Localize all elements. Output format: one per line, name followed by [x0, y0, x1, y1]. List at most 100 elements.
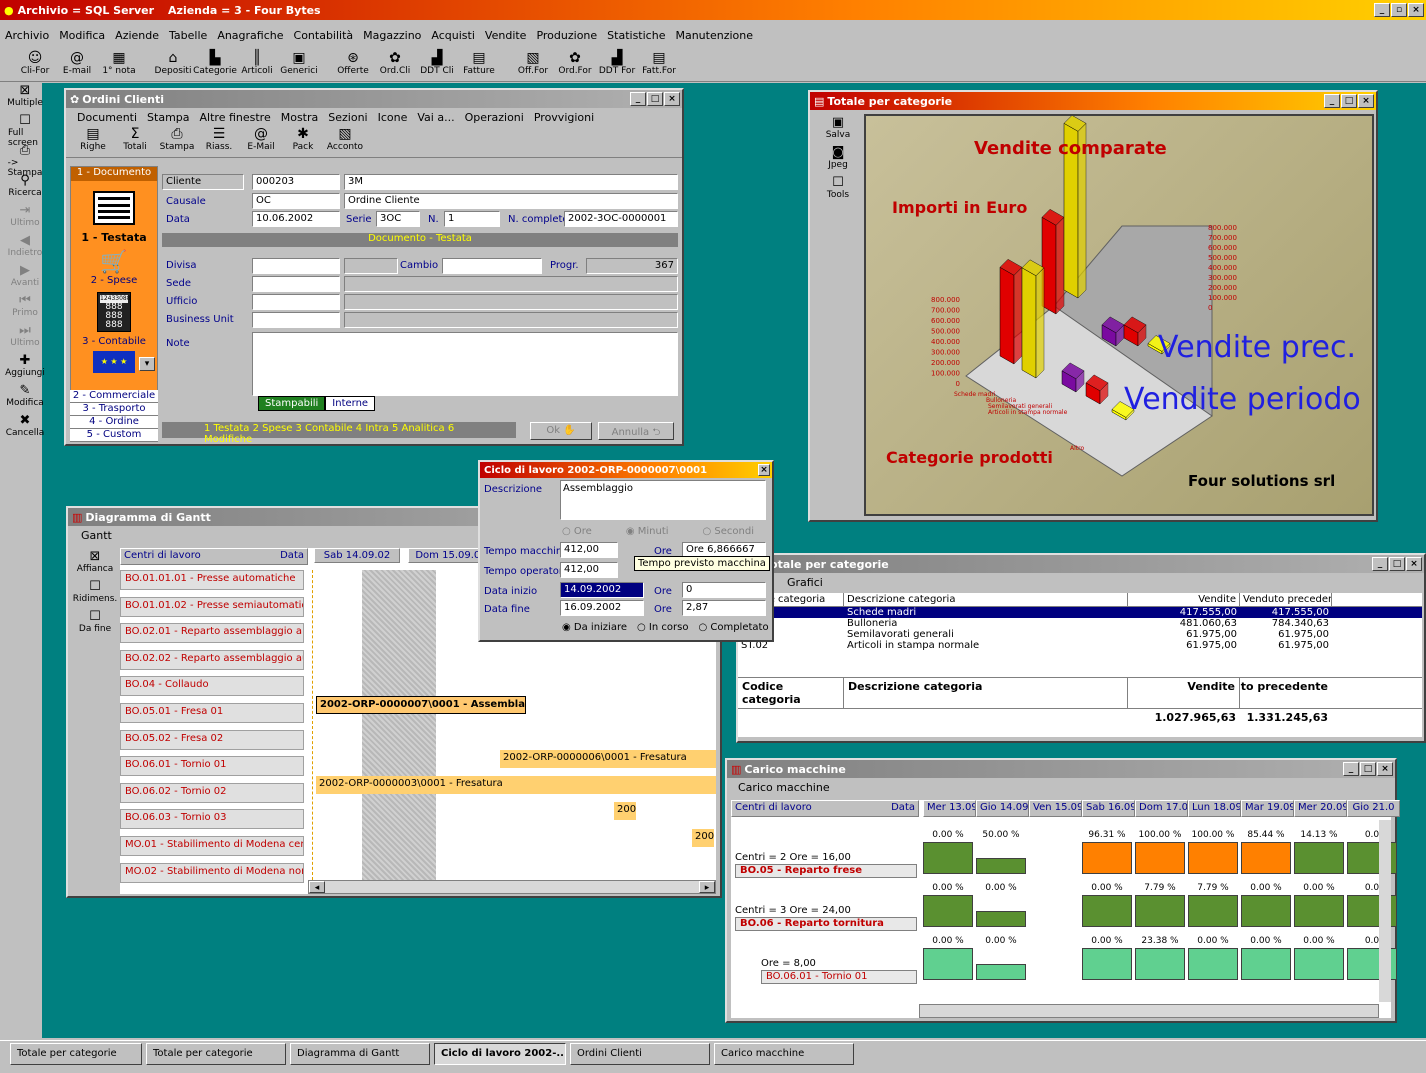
radio-ore[interactable]: ○ Ore	[562, 526, 592, 537]
scroll-right-icon[interactable]: ▸	[699, 881, 715, 893]
toolbar-ddt-for-button[interactable]: ▟ DDT For	[596, 50, 638, 76]
carico-hscroll[interactable]	[919, 1004, 1379, 1018]
gantt-bar-fresatura-6[interactable]: 2002-ORP-0000006\0001 - Fresatura	[500, 750, 716, 768]
close-icon[interactable]: ×	[1406, 557, 1422, 571]
table-row[interactable]: Schede madri 417.555,00 417.555,00	[738, 607, 1422, 618]
toolbar-ord-for-button[interactable]: ✿ Ord.For	[554, 50, 596, 76]
carico-load-cell[interactable]	[923, 842, 973, 874]
menu-produzione[interactable]: Produzione	[531, 29, 602, 42]
divisa-field[interactable]	[252, 258, 340, 274]
close-icon[interactable]: ×	[758, 464, 770, 476]
radio-secondi[interactable]: ○ Secondi	[703, 526, 755, 537]
toolbar-generici-button[interactable]: ▣ Generici	[278, 50, 320, 76]
spese-label[interactable]: 2 - Spese	[71, 275, 157, 286]
menu-manutenzione[interactable]: Manutenzione	[670, 29, 758, 42]
table-row[interactable]: Semilavorati generali 61.975,00 61.975,00	[738, 629, 1422, 640]
table-row[interactable]: 01Bulloneria481.060,63784.340,63	[738, 618, 1422, 629]
close-icon[interactable]: ×	[1408, 3, 1424, 17]
gantt-ridimens-toggle[interactable]: ☐ Ridimens.	[73, 580, 118, 610]
ordini-tool-riass-button[interactable]: ☰ Riass.	[198, 126, 240, 157]
carico-load-cell[interactable]	[1294, 895, 1344, 927]
toolbar-ddt-cli-button[interactable]: ▟ DDT Cli	[416, 50, 458, 76]
dropdown-icon[interactable]: ▾	[139, 357, 155, 371]
di-field[interactable]: 14.09.2002	[560, 582, 644, 598]
tm-field[interactable]: 412,00	[560, 542, 618, 558]
minimize-icon[interactable]: _	[1324, 94, 1340, 108]
maximize-icon[interactable]: □	[1341, 94, 1357, 108]
sede-field[interactable]	[252, 276, 340, 292]
ordini-menu-8[interactable]: Provvigioni	[529, 111, 599, 124]
carico-load-cell[interactable]	[976, 964, 1026, 980]
ordini-tool-acconto-button[interactable]: ▧ Acconto	[324, 126, 366, 157]
sidebar-avanti-button[interactable]: ▶ Avanti	[8, 264, 42, 294]
sidebar-multiple-button[interactable]: ⊠ Multiple	[7, 84, 43, 114]
carico-load-cell[interactable]	[1241, 842, 1291, 874]
note-textarea[interactable]	[252, 332, 678, 396]
carico-load-cell[interactable]	[1188, 895, 1238, 927]
menu-statistiche[interactable]: Statistiche	[602, 29, 670, 42]
serie-field[interactable]: 3OC	[376, 211, 420, 227]
gantt-row-label[interactable]: BO.01.01.01 - Presse automatiche	[120, 570, 304, 590]
carico-group-name[interactable]: BO.06.01 - Tornio 01	[761, 970, 917, 984]
menu-acquisti[interactable]: Acquisti	[426, 29, 480, 42]
ordini-tool-totali-button[interactable]: Σ Totali	[114, 126, 156, 157]
carico-load-cell[interactable]	[1135, 895, 1185, 927]
menu-magazzino[interactable]: Magazzino	[358, 29, 426, 42]
ordini-menu-2[interactable]: Altre finestre	[195, 111, 276, 124]
restore-icon[interactable]: ▫	[1391, 3, 1407, 17]
gantt-row-label[interactable]: BO.02.01 - Reparto assemblaggio a mano	[120, 623, 304, 644]
gantt-dafine-toggle[interactable]: ☐ Da fine	[74, 610, 116, 640]
minimize-icon[interactable]: _	[630, 92, 646, 106]
taskbar-item[interactable]: Ordini Clienti	[570, 1043, 710, 1065]
ordini-tool-pack-button[interactable]: ✱ Pack	[282, 126, 324, 157]
radio-in-corso[interactable]: ○ In corso	[637, 622, 688, 633]
gantt-row-label[interactable]: MO.02 - Stabilimento di Modena nord	[120, 862, 304, 883]
di-ore-field[interactable]: 0	[682, 582, 766, 598]
taskbar-item[interactable]: Diagramma di Gantt	[290, 1043, 430, 1065]
taskbar-item[interactable]: Ciclo di lavoro 2002-...	[434, 1043, 566, 1065]
maximize-icon[interactable]: □	[1389, 557, 1405, 571]
sidebar-ultimo-button[interactable]: ⇥ Ultimo	[8, 204, 42, 234]
toolbar-articoli-button[interactable]: ║ Articoli	[236, 50, 278, 76]
descrizione-field[interactable]: Assemblaggio	[560, 480, 766, 520]
cat-header-1[interactable]: Descrizione categoria	[844, 593, 1128, 606]
toolbar-fatture-button[interactable]: ▤ Fatture	[458, 50, 500, 76]
section-tab-1[interactable]: 3 - Trasporto	[70, 403, 158, 416]
cat-header-3[interactable]: Venduto precedente	[1240, 593, 1332, 606]
ordini-menu-4[interactable]: Sezioni	[323, 111, 372, 124]
menu-carico[interactable]: Carico macchine	[733, 781, 835, 794]
toolbar-cli-for-button[interactable]: ☺ Cli-For	[14, 50, 56, 76]
ordini-menu-7[interactable]: Operazioni	[460, 111, 529, 124]
menu-gantt[interactable]: Gantt	[76, 529, 117, 542]
carico-load-cell[interactable]	[976, 858, 1026, 874]
section-tab-2[interactable]: 4 - Ordine	[70, 416, 158, 429]
gantt-row-label[interactable]: BO.05.01 - Fresa 01	[120, 702, 304, 723]
chart-salva-button[interactable]: ▣ Salva	[814, 116, 862, 146]
scroll-left-icon[interactable]: ◂	[309, 881, 325, 893]
ordini-menu-6[interactable]: Vai a...	[412, 111, 459, 124]
to-field[interactable]: 412,00	[560, 562, 618, 578]
carico-group-name[interactable]: BO.06 - Reparto tornitura	[735, 917, 917, 931]
carico-load-cell[interactable]	[1082, 842, 1132, 874]
annulla-button[interactable]: Annulla ⮌	[598, 422, 674, 440]
gantt-row-label[interactable]: BO.01.01.02 - Presse semiautomatiche	[120, 596, 304, 617]
sidebar-cancella-button[interactable]: ✖ Cancella	[6, 414, 45, 444]
ordini-menu-0[interactable]: Documenti	[72, 111, 142, 124]
sidebar-ricerca-button[interactable]: ⚲ Ricerca	[8, 174, 42, 204]
sidebar-indietro-button[interactable]: ◀ Indietro	[8, 234, 43, 264]
ufficio-field[interactable]	[252, 294, 340, 310]
carico-load-cell[interactable]	[1294, 842, 1344, 874]
ordini-menu-3[interactable]: Mostra	[276, 111, 324, 124]
toolbar-offerte-button[interactable]: ⊛ Offerte	[332, 50, 374, 76]
taskbar-item[interactable]: Carico macchine	[714, 1043, 854, 1065]
gantt-bar-tornio02[interactable]: 200:	[692, 829, 714, 847]
tab-interne[interactable]: Interne	[325, 396, 376, 411]
sidebar-modifica-button[interactable]: ✎ Modifica	[6, 384, 44, 414]
carico-load-cell[interactable]	[1188, 842, 1238, 874]
maximize-icon[interactable]: □	[1360, 762, 1376, 776]
menu-grafici[interactable]: Grafici	[782, 576, 828, 589]
cliente-code[interactable]: 000203	[252, 174, 340, 190]
ordini-tool-righe-button[interactable]: ▤ Righe	[72, 126, 114, 157]
radio-completato[interactable]: ○ Completato	[698, 622, 768, 633]
toolbar-depositi-button[interactable]: ⌂ Depositi	[152, 50, 194, 76]
